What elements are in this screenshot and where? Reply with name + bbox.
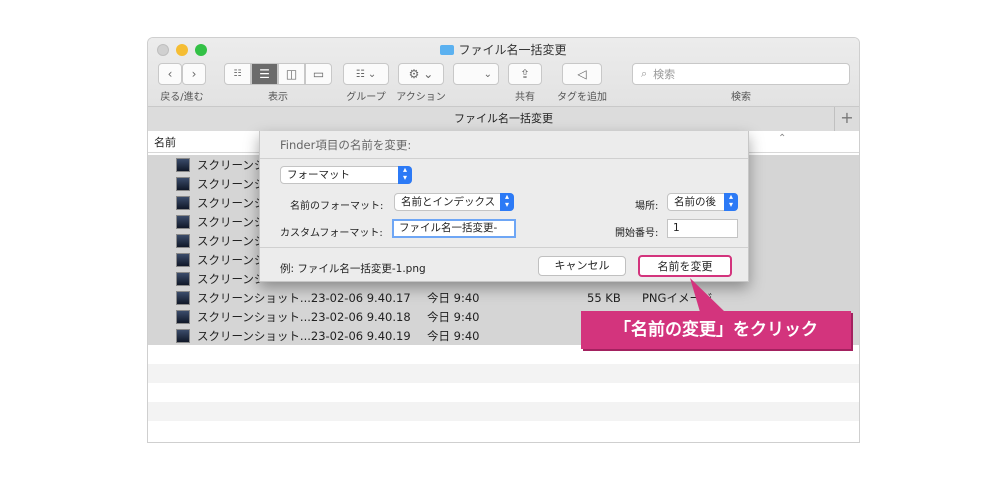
image-file-icon — [176, 157, 190, 172]
file-name: スクリーンシ — [197, 176, 266, 191]
file-size: 55 KB — [587, 290, 621, 305]
example-text: 例: ファイル名一括変更-1.png — [280, 263, 426, 275]
table-row[interactable]: スクリーンショット...23-02-06 9.40.17 今日 9:40 55 KB… — [148, 288, 859, 307]
file-name: スクリーンシ — [197, 195, 266, 210]
mode-popup[interactable]: フォーマット ▴ ▾ — [280, 166, 412, 184]
file-date: 今日 9:40 — [427, 290, 480, 305]
location-value: 名前の後 — [674, 196, 716, 208]
search-placeholder: 検索 — [653, 68, 676, 81]
image-file-icon — [176, 290, 190, 305]
chevron-updown-icon: ▴ ▾ — [500, 193, 514, 211]
path-bar: ファイル名一括変更 + — [148, 106, 859, 131]
empty-row — [148, 383, 859, 402]
file-date: 今日 9:40 — [427, 328, 480, 343]
path-popup-button[interactable]: ⌄ — [453, 63, 499, 85]
icon-view-button[interactable]: ☷ — [224, 63, 251, 85]
start-number-value: 1 — [673, 222, 680, 234]
window-title: ファイル名一括変更 — [148, 41, 859, 58]
file-name: スクリーンシ — [197, 271, 266, 286]
action-button[interactable]: ⚙ ⌄ — [398, 63, 444, 85]
image-file-icon — [176, 328, 190, 343]
image-file-icon — [176, 271, 190, 286]
tag-label: タグを追加 — [557, 92, 607, 103]
search-icon: ⌕ — [641, 67, 648, 80]
file-name: スクリーンシ — [197, 233, 266, 248]
column-view-button[interactable]: ◫ — [278, 63, 305, 85]
cancel-button[interactable]: キャンセル — [538, 256, 626, 276]
back-button[interactable]: ‹ — [158, 63, 182, 85]
image-file-icon — [176, 233, 190, 248]
file-name: スクリーンシ — [197, 157, 266, 172]
search-label: 検索 — [731, 92, 751, 103]
share-label: 共有 — [515, 92, 535, 103]
file-date: 今日 9:40 — [427, 309, 480, 324]
gallery-view-button[interactable]: ▭ — [305, 63, 332, 85]
column-name-header[interactable]: 名前 — [154, 134, 176, 150]
group-button[interactable]: ☷ ⌄ — [343, 63, 389, 85]
add-tab-button[interactable]: + — [834, 107, 859, 131]
empty-row — [148, 421, 859, 440]
start-number-input[interactable]: 1 — [667, 219, 738, 238]
image-file-icon — [176, 214, 190, 229]
chevron-updown-icon: ▴ ▾ — [724, 193, 738, 211]
empty-row — [148, 364, 859, 383]
file-name: スクリーンシ — [197, 252, 266, 267]
path-bar-title: ファイル名一括変更 — [454, 112, 553, 125]
file-name: スクリーンショット...23-02-06 9.40.19 — [197, 328, 411, 343]
custom-format-input[interactable]: ファイル名一括変更- — [392, 219, 516, 238]
share-button[interactable]: ⇪ — [508, 63, 542, 85]
sort-chevron-icon: ⌃ — [778, 133, 787, 144]
custom-format-value: ファイル名一括変更- — [399, 222, 498, 234]
folder-icon — [440, 45, 455, 55]
file-name: スクリーンシ — [197, 214, 266, 229]
location-label: 場所: — [635, 201, 659, 212]
start-number-label: 開始番号: — [615, 228, 659, 239]
search-field[interactable]: ⌕ 検索 — [632, 63, 850, 85]
action-label: アクション — [396, 92, 446, 103]
file-kind: PNGイメージ — [642, 290, 713, 305]
dialog-title: Finder項目の名前を変更: — [280, 138, 412, 152]
list-view-button[interactable]: ☰ — [251, 63, 278, 85]
view-label: 表示 — [268, 92, 288, 103]
chevron-updown-icon: ▴ ▾ — [398, 166, 412, 184]
image-file-icon — [176, 195, 190, 210]
file-name: スクリーンショット...23-02-06 9.40.17 — [197, 290, 411, 305]
location-popup[interactable]: 名前の後 ▴ ▾ — [667, 193, 738, 211]
file-name: スクリーンショット...23-02-06 9.40.18 — [197, 309, 411, 324]
rename-dialog: Finder項目の名前を変更: フォーマット ▴ ▾ 名前のフォーマット: 名前と… — [259, 131, 749, 282]
custom-format-label: カスタムフォーマット: — [280, 228, 383, 239]
image-file-icon — [176, 252, 190, 267]
group-label: グループ — [346, 92, 386, 103]
forward-button[interactable]: › — [182, 63, 206, 85]
mode-value: フォーマット — [287, 169, 350, 181]
image-file-icon — [176, 176, 190, 191]
tag-button[interactable]: ◁ — [562, 63, 602, 85]
instruction-callout: 「名前の変更」をクリック — [581, 311, 851, 349]
name-format-value: 名前とインデックス — [401, 196, 496, 208]
back-forward-label: 戻る/進む — [160, 92, 204, 103]
empty-row — [148, 402, 859, 421]
image-file-icon — [176, 309, 190, 324]
name-format-label: 名前のフォーマット: — [290, 201, 384, 212]
rename-button[interactable]: 名前を変更 — [638, 255, 732, 277]
name-format-popup[interactable]: 名前とインデックス ▴ ▾ — [394, 193, 514, 211]
